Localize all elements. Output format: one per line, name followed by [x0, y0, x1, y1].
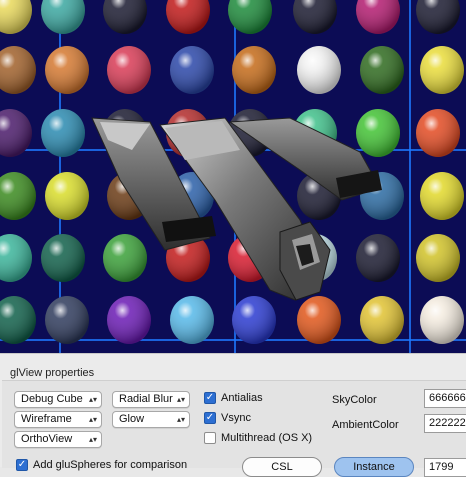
sphere: [41, 0, 85, 34]
glow-popup[interactable]: Glow ▴▾: [112, 411, 190, 428]
orthoview-popup[interactable]: OrthoView ▴▾: [14, 431, 102, 448]
sphere: [103, 234, 147, 282]
vsync-label: Vsync: [221, 412, 251, 424]
debug-cube-popup[interactable]: Debug Cube ▴▾: [14, 391, 102, 408]
radial-blur-value: Radial Blur: [119, 393, 173, 405]
sphere: [170, 296, 214, 344]
checkbox-empty-icon: [204, 432, 216, 444]
glow-value: Glow: [119, 413, 145, 425]
glview-properties-panel: glView properties Debug Cube ▴▾ Wirefram…: [0, 353, 466, 477]
sphere: [170, 46, 214, 94]
sphere: [166, 0, 210, 34]
sphere: [0, 46, 36, 94]
sphere: [416, 234, 460, 282]
antialias-checkbox[interactable]: ✓ Antialias: [204, 392, 263, 404]
checkmark-icon: ✓: [204, 412, 216, 424]
vsync-checkbox[interactable]: ✓ Vsync: [204, 412, 251, 424]
sphere: [41, 109, 85, 157]
sphere: [356, 0, 400, 34]
csl-button[interactable]: CSL: [242, 457, 322, 477]
add-glu-spheres-checkbox[interactable]: ✓ Add gluSpheres for comparison: [16, 459, 187, 471]
sky-color-label: SkyColor: [332, 394, 377, 406]
sphere: [416, 109, 460, 157]
sphere: [297, 46, 341, 94]
sphere: [416, 0, 460, 34]
sphere: [0, 296, 36, 344]
sphere: [107, 46, 151, 94]
sphere: [420, 46, 464, 94]
gl-viewport[interactable]: [0, 0, 466, 353]
sky-color-field[interactable]: 666666: [424, 389, 466, 408]
sphere: [356, 109, 400, 157]
sphere: [293, 0, 337, 34]
add-glu-spheres-label: Add gluSpheres for comparison: [33, 459, 188, 471]
sphere: [356, 234, 400, 282]
checkmark-icon: ✓: [204, 392, 216, 404]
antialias-label: Antialias: [221, 392, 263, 404]
sphere: [45, 296, 89, 344]
popup-arrows-icon: ▴▾: [176, 415, 185, 424]
sphere: [420, 172, 464, 220]
sphere: [0, 172, 36, 220]
multithread-checkbox[interactable]: Multithread (OS X): [204, 432, 312, 444]
sphere: [232, 46, 276, 94]
radial-blur-popup[interactable]: Radial Blur ▴▾: [112, 391, 190, 408]
popup-arrows-icon: ▴▾: [176, 395, 185, 404]
checkmark-icon: ✓: [16, 459, 28, 471]
panel-title: glView properties: [10, 367, 95, 379]
wireframe-popup[interactable]: Wireframe ▴▾: [14, 411, 102, 428]
sphere: [45, 172, 89, 220]
wireframe-value: Wireframe: [21, 413, 72, 425]
sphere: [420, 296, 464, 344]
debug-cube-value: Debug Cube: [21, 393, 83, 405]
sphere: [41, 234, 85, 282]
ambient-color-label: AmbientColor: [332, 419, 399, 431]
sphere: [0, 0, 32, 34]
popup-arrows-icon: ▴▾: [88, 395, 97, 404]
sphere: [107, 296, 151, 344]
properties-group: Debug Cube ▴▾ Wireframe ▴▾ OrthoView ▴▾ …: [2, 380, 466, 477]
instance-count-field[interactable]: 1799: [424, 458, 466, 477]
ambient-color-field[interactable]: 222222: [424, 414, 466, 433]
sphere: [297, 296, 341, 344]
sphere: [45, 46, 89, 94]
sphere: [0, 234, 32, 282]
sphere: [232, 296, 276, 344]
popup-arrows-icon: ▴▾: [88, 415, 97, 424]
gl-scene[interactable]: [0, 0, 466, 353]
popup-arrows-icon: ▴▾: [88, 435, 97, 444]
sphere: [360, 46, 404, 94]
instance-button[interactable]: Instance: [334, 457, 414, 477]
orthoview-value: OrthoView: [21, 433, 73, 445]
sphere: [103, 0, 147, 34]
multithread-label: Multithread (OS X): [221, 432, 313, 444]
sphere: [360, 296, 404, 344]
